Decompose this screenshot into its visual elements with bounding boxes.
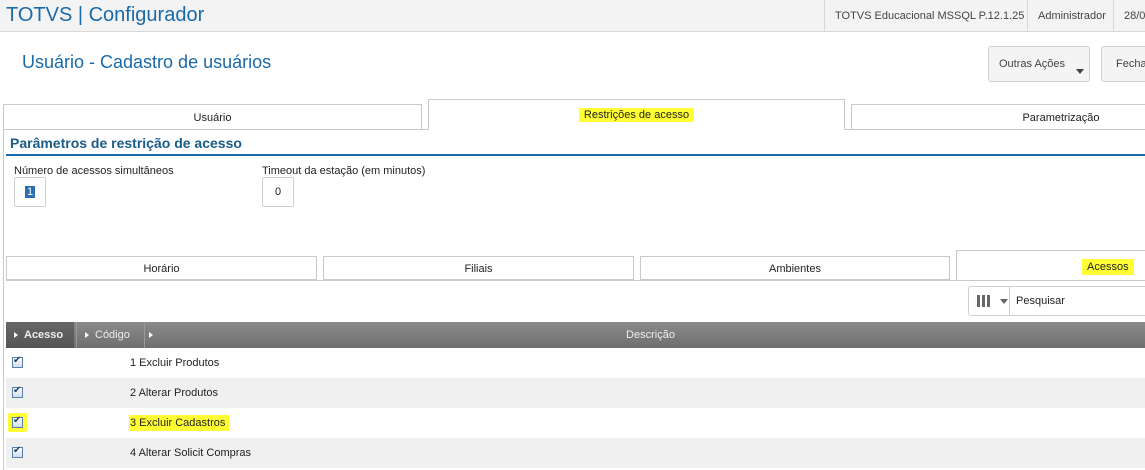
subtab-acessos-label: Acessos (1082, 259, 1134, 275)
section-divider (6, 154, 1145, 156)
num-acessos-label: Número de acessos simultâneos (14, 165, 174, 177)
tab-parametrizacao[interactable]: Parametrização (851, 104, 1145, 130)
column-acesso[interactable]: Acesso (6, 322, 74, 348)
search-input[interactable]: Pesquisar (1016, 295, 1065, 307)
subtab-filiais[interactable]: Filiais (323, 256, 634, 280)
chevron-down-icon (1076, 69, 1084, 74)
row-checkbox[interactable] (12, 385, 23, 398)
column-descricao[interactable]: Descrição (144, 322, 1145, 348)
subtab-acessos[interactable]: Acessos (956, 250, 1145, 280)
tab-parametrizacao-label: Parametrização (1022, 112, 1100, 124)
table-row[interactable]: 3 Excluir Cadastros (6, 408, 1145, 438)
subtab-filiais-label: Filiais (464, 263, 493, 275)
column-acesso-label: Acesso (24, 329, 64, 341)
timeout-field[interactable]: 0 (262, 177, 294, 207)
sort-arrow-icon (14, 332, 18, 339)
table-row[interactable]: 1 Excluir Produtos (6, 348, 1145, 378)
fechar-button[interactable]: Fecha (1101, 46, 1145, 82)
subtab-horario-label: Horário (143, 263, 180, 275)
table-row[interactable]: 4 Alterar Solicit Compras (6, 438, 1145, 468)
row-description: 4 Alterar Solicit Compras (130, 447, 252, 459)
row-checkbox[interactable] (12, 445, 23, 458)
num-acessos-value: 1 (24, 186, 36, 198)
grid-header: Acesso Código Descrição (6, 322, 1145, 348)
sort-arrow-icon (149, 332, 153, 338)
timeout-value: 0 (274, 186, 282, 198)
column-descricao-label: Descrição (626, 329, 675, 341)
search-divider (1009, 287, 1010, 315)
outras-acoes-button[interactable]: Outras Ações (988, 46, 1090, 82)
section-title: Parâmetros de restrição de acesso (10, 135, 242, 151)
row-checkbox[interactable] (12, 355, 23, 368)
tab-restricoes-label: Restrições de acesso (578, 108, 695, 122)
tab-usuario-label: Usuário (193, 112, 232, 124)
subtab-ambientes-label: Ambientes (769, 263, 821, 275)
table-row[interactable]: 2 Alterar Produtos (6, 378, 1145, 408)
column-codigo[interactable]: Código (76, 322, 142, 348)
num-acessos-field[interactable]: 1 (14, 177, 46, 207)
columns-icon[interactable] (977, 295, 991, 307)
subtab-ambientes[interactable]: Ambientes (640, 256, 950, 280)
chevron-down-icon[interactable] (1000, 299, 1008, 304)
row-description: 3 Excluir Cadastros (129, 415, 230, 431)
subtab-horario[interactable]: Horário (6, 256, 317, 280)
timeout-label: Timeout da estação (em minutos) (262, 165, 426, 177)
top-bar: TOTVS | Configurador TOTVS Educacional M… (0, 0, 1145, 32)
tab-usuario[interactable]: Usuário (3, 104, 422, 130)
search-box[interactable]: Pesquisar (968, 286, 1145, 316)
environment-label: TOTVS Educacional MSSQL P.12.1.25 (824, 0, 1034, 32)
app-window: TOTVS | Configurador TOTVS Educacional M… (0, 0, 1145, 470)
row-description: 1 Excluir Produtos (130, 357, 220, 369)
outras-acoes-label: Outras Ações (999, 58, 1066, 70)
user-label[interactable]: Administrador (1027, 0, 1116, 32)
column-codigo-label: Código (95, 329, 130, 341)
row-description: 2 Alterar Produtos (130, 387, 219, 399)
tab-restricoes-de-acesso[interactable]: Restrições de acesso (428, 99, 845, 130)
fechar-label: Fecha (1116, 58, 1145, 70)
row-checkbox[interactable] (12, 415, 23, 428)
page-title: Usuário - Cadastro de usuários (22, 52, 272, 72)
date-label: 28/0 (1113, 0, 1145, 32)
sort-arrow-icon (85, 332, 89, 339)
app-brand: TOTVS | Configurador (6, 4, 205, 26)
